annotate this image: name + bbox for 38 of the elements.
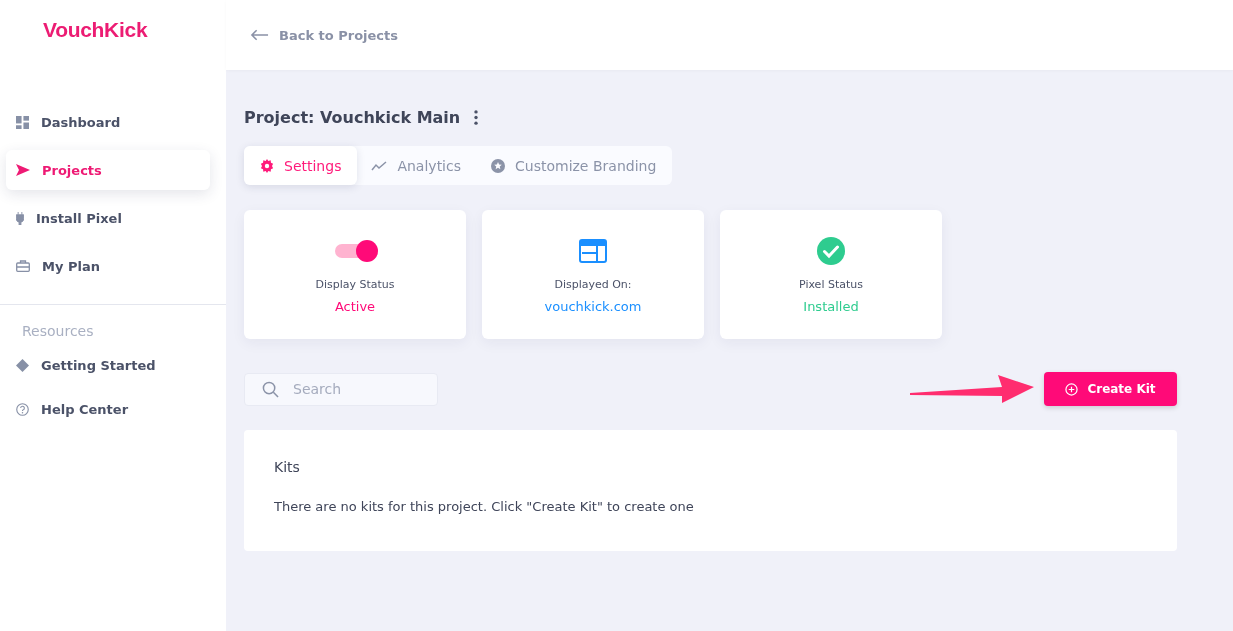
card-value[interactable]: vouchkick.com bbox=[544, 298, 642, 314]
back-link[interactable]: Back to Projects bbox=[250, 27, 399, 43]
help-icon bbox=[16, 402, 29, 416]
browser-icon bbox=[579, 238, 607, 263]
check-circle-icon bbox=[817, 236, 845, 265]
tab[interactable]: Settings bbox=[244, 146, 358, 185]
project-title: Project: Vouchkick Main bbox=[244, 108, 461, 127]
sidebar-item[interactable]: Projects bbox=[6, 150, 210, 190]
send-icon bbox=[16, 164, 30, 176]
sidebar-item[interactable]: Help Center bbox=[6, 389, 210, 429]
plus-circle-icon bbox=[1065, 382, 1079, 396]
card-value: Active bbox=[334, 298, 376, 314]
search-icon bbox=[262, 380, 279, 398]
section-heading: Resources bbox=[22, 323, 94, 339]
diamond-icon bbox=[16, 358, 29, 372]
star-badge-icon bbox=[491, 158, 505, 173]
grid-icon bbox=[16, 115, 29, 129]
sidebar-item[interactable]: Getting Started bbox=[6, 345, 210, 385]
trend-icon bbox=[371, 160, 388, 171]
sidebar-item[interactable]: My Plan bbox=[6, 246, 210, 286]
sidebar-item[interactable]: Install Pixel bbox=[6, 198, 210, 238]
tab[interactable]: Analytics bbox=[357, 146, 477, 185]
gear-icon bbox=[260, 158, 274, 173]
panel-title: Kits bbox=[274, 459, 300, 475]
plug-icon bbox=[16, 211, 24, 225]
create-kit-button[interactable]: Create Kit bbox=[1044, 372, 1177, 406]
tab[interactable]: Customize Branding bbox=[477, 146, 673, 185]
empty-message: There are no kits for this project. Click "Create Kit" to create one bbox=[274, 499, 694, 514]
more-icon[interactable] bbox=[474, 110, 479, 125]
logo[interactable]: VouchKick bbox=[43, 18, 148, 42]
card-label: Displayed On: bbox=[554, 277, 632, 291]
search-field[interactable]: Search bbox=[244, 372, 438, 406]
card-value: Installed bbox=[803, 298, 859, 314]
card-label: Display Status bbox=[315, 277, 395, 291]
briefcase-icon bbox=[16, 260, 30, 272]
sidebar-item[interactable]: Dashboard bbox=[6, 102, 210, 142]
card-label: Pixel Status bbox=[799, 277, 863, 291]
arrow-left-icon bbox=[250, 29, 269, 41]
